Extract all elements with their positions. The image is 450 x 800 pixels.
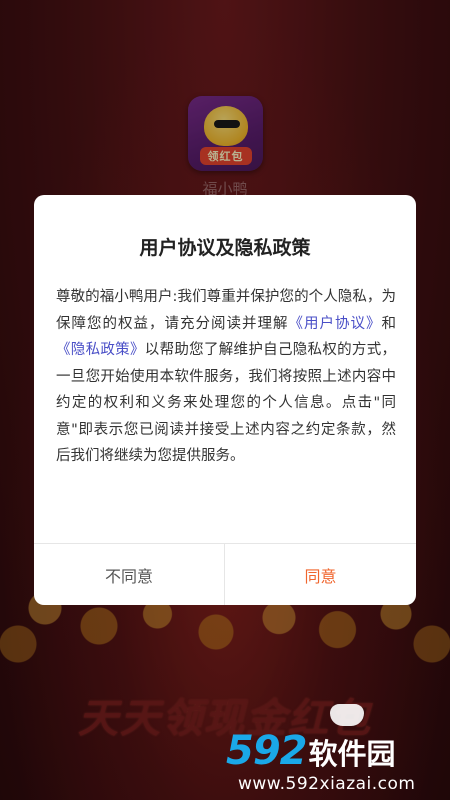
user-agreement-link[interactable]: 《用户协议》 — [289, 316, 382, 332]
dialog-body: 尊敬的福小鸭用户:我们尊重并保护您的个人隐私，为保障您的权益，请充分阅读并理解《… — [56, 284, 396, 470]
watermark-url: www.592xiazai.com — [238, 774, 416, 794]
dialog-title: 用户协议及隐私政策 — [139, 237, 311, 259]
watermark-name: 软件园 — [308, 737, 396, 771]
watermark: 592 软件园 www.592xiazai.com — [226, 728, 450, 800]
dialog-body-and: 和 — [381, 315, 397, 332]
disagree-button[interactable]: 不同意 — [34, 544, 224, 605]
watermark-number: 592 — [226, 728, 307, 774]
privacy-policy-link[interactable]: 《隐私政策》 — [56, 342, 145, 358]
gamepad-icon — [330, 704, 364, 726]
agree-button[interactable]: 同意 — [225, 544, 416, 605]
dialog-body-text-2: 以帮助您了解维护自己隐私权的方式，一旦您开始使用本软件服务，我们将按照上述内容中… — [56, 342, 397, 464]
privacy-dialog: 用户协议及隐私政策 尊敬的福小鸭用户:我们尊重并保护您的个人隐私，为保障您的权益… — [34, 195, 416, 605]
